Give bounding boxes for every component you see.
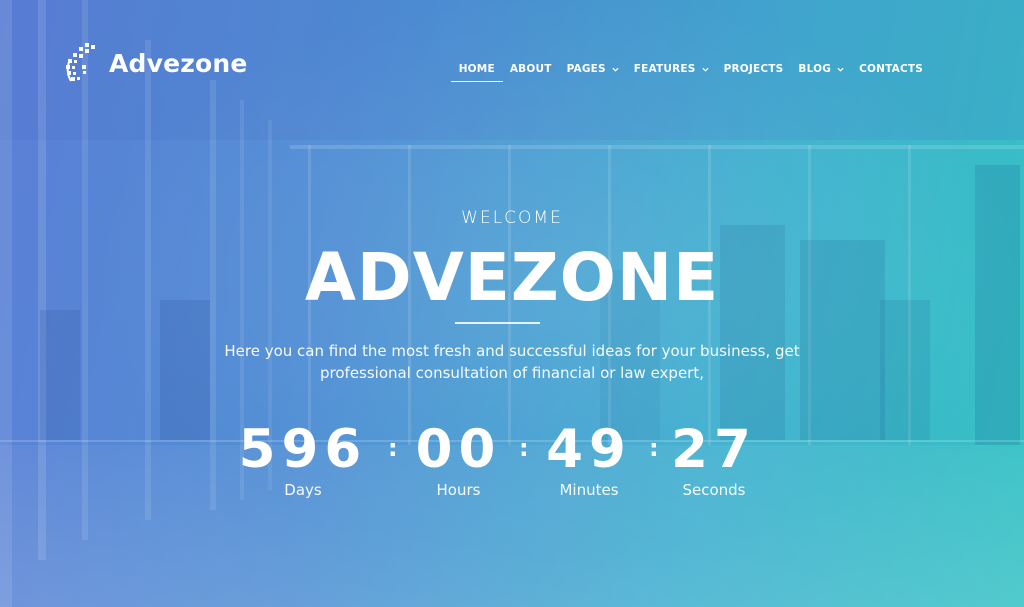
brand-logo[interactable]: Advezone [63, 41, 248, 85]
countdown-seconds-value: 27 [671, 419, 757, 480]
countdown-days-value: 596 [238, 419, 368, 480]
nav-blog[interactable]: BLOG [798, 60, 844, 78]
logo-mark-icon [66, 43, 95, 82]
chevron-down-icon [837, 67, 844, 72]
countdown-timer: 596 Days : 00 Hours : 49 Minutes : 27 Se… [228, 420, 808, 510]
main-nav: HOME ABOUT PAGES FEATURES PROJECTS BLOG … [450, 60, 923, 82]
countdown-seconds: 27 Seconds [658, 419, 770, 500]
hero-lead-line-1: Here you can find the most fresh and suc… [224, 342, 800, 360]
nav-features-label: FEATURES [633, 63, 696, 75]
countdown-seconds-label: Seconds [682, 481, 746, 499]
nav-contacts[interactable]: CONTACTS [859, 60, 923, 78]
hero-title: ADVEZONE [304, 239, 720, 316]
hero-divider [455, 322, 540, 324]
countdown-days-label: Days [284, 481, 322, 499]
nav-about-label: ABOUT [509, 63, 552, 75]
countdown-separator: : [388, 434, 398, 462]
chevron-down-icon [702, 67, 709, 72]
countdown-minutes-value: 49 [546, 419, 632, 480]
countdown-separator: : [519, 434, 529, 462]
nav-pages-label: PAGES [566, 63, 606, 75]
nav-blog-label: BLOG [798, 63, 832, 75]
brand-name: Advezone [109, 48, 248, 78]
countdown-hours-label: Hours [436, 481, 481, 499]
countdown-hours-value: 00 [415, 419, 502, 480]
nav-pages[interactable]: PAGES [567, 60, 619, 78]
nav-projects-label: PROJECTS [723, 63, 784, 75]
nav-features[interactable]: FEATURES [634, 60, 709, 78]
nav-about[interactable]: ABOUT [510, 60, 552, 78]
hero-lead-line-2: professional consultation of financial o… [320, 364, 704, 382]
hero-lead: Here you can find the most fresh and suc… [150, 340, 874, 384]
hero-eyebrow: WELCOME [461, 208, 563, 228]
nav-home-label: HOME [458, 63, 495, 75]
countdown-minutes: 49 Minutes [531, 419, 647, 500]
nav-projects[interactable]: PROJECTS [724, 60, 784, 78]
countdown-hours: 00 Hours [401, 419, 516, 500]
nav-home[interactable]: HOME [450, 60, 504, 82]
countdown-minutes-label: Minutes [559, 481, 619, 499]
chevron-down-icon [612, 67, 619, 72]
countdown-days: 596 Days [228, 419, 378, 500]
nav-contacts-label: CONTACTS [859, 63, 923, 75]
